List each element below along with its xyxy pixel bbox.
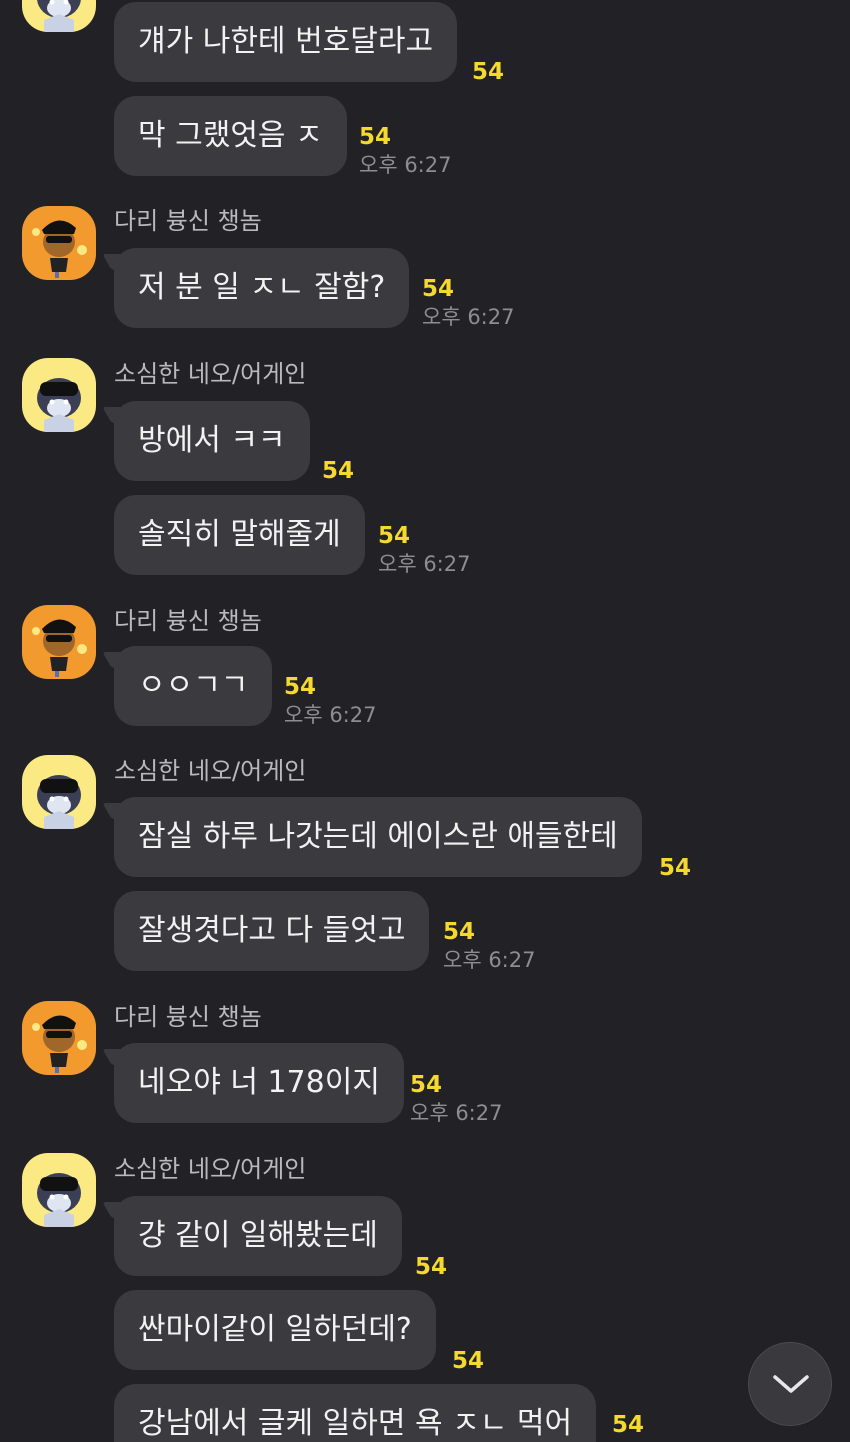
frodo-avatar-icon — [22, 1001, 96, 1075]
neo-avatar-icon — [22, 358, 96, 432]
unread-count: 54 — [443, 919, 476, 945]
unread-count: 54 — [284, 674, 317, 700]
sender-name: 다리 븅신 챙놈 — [114, 1003, 262, 1031]
avatar-frodo[interactable] — [22, 206, 96, 280]
unread-count: 54 — [452, 1348, 485, 1374]
unread-count: 54 — [422, 276, 455, 302]
avatar-neo[interactable] — [22, 358, 96, 432]
message-time: 오후 6:27 — [284, 703, 377, 727]
neo-avatar-icon — [22, 755, 96, 829]
message-bubble[interactable]: 싼마이같이 일하던데? — [114, 1290, 436, 1370]
unread-count: 54 — [472, 59, 505, 85]
message-time: 오후 6:27 — [410, 1101, 503, 1125]
message-bubble[interactable]: 저 분 일 ㅈㄴ 잘함? — [114, 248, 410, 328]
unread-count: 54 — [612, 1412, 645, 1438]
neo-avatar-icon — [22, 1153, 96, 1227]
chat-area[interactable]: 걔가 나한테 번호달라고 54 막 그랬엇음 ㅈ 54 오후 6:27 다리 븅… — [0, 0, 850, 1442]
message-bubble[interactable]: 잠실 하루 나갓는데 에이스란 애들한테 — [114, 797, 642, 877]
message-bubble[interactable]: ㅇㅇㄱㄱ — [114, 646, 273, 726]
frodo-avatar-icon — [22, 605, 96, 679]
message-bubble[interactable]: 강남에서 글케 일하면 욕 ㅈㄴ 먹어 — [114, 1384, 597, 1442]
message-time: 오후 6:27 — [422, 305, 515, 329]
message-time: 오후 6:27 — [378, 552, 471, 576]
chevron-down-icon — [773, 1375, 809, 1393]
avatar-frodo[interactable] — [22, 605, 96, 679]
message-time: 오후 6:27 — [443, 948, 536, 972]
scroll-to-bottom-button[interactable] — [748, 1342, 832, 1426]
neo-avatar-icon — [22, 0, 96, 32]
frodo-avatar-icon — [22, 206, 96, 280]
message-bubble[interactable]: 막 그랬엇음 ㅈ — [114, 96, 347, 176]
unread-count: 54 — [415, 1254, 448, 1280]
message-bubble[interactable]: 걍 같이 일해봤는데 — [114, 1196, 402, 1276]
avatar-neo[interactable] — [22, 1153, 96, 1227]
avatar-frodo[interactable] — [22, 1001, 96, 1075]
avatar-neo[interactable] — [22, 755, 96, 829]
sender-name: 소심한 네오/어게인 — [114, 757, 307, 785]
unread-count: 54 — [378, 523, 411, 549]
sender-name: 소심한 네오/어게인 — [114, 1155, 307, 1183]
message-bubble[interactable]: 방에서 ㅋㅋ — [114, 401, 310, 481]
avatar-neo[interactable] — [22, 0, 96, 32]
unread-count: 54 — [322, 458, 355, 484]
sender-name: 다리 븅신 챙놈 — [114, 207, 262, 235]
message-bubble[interactable]: 네오야 너 178이지 — [114, 1043, 404, 1123]
message-bubble[interactable]: 걔가 나한테 번호달라고 — [114, 2, 458, 82]
unread-count: 54 — [659, 855, 692, 881]
sender-name: 다리 븅신 챙놈 — [114, 607, 262, 635]
unread-count: 54 — [359, 124, 392, 150]
message-bubble[interactable]: 잘생겻다고 다 들엇고 — [114, 891, 430, 971]
sender-name: 소심한 네오/어게인 — [114, 360, 307, 388]
message-bubble[interactable]: 솔직히 말해줄게 — [114, 495, 365, 575]
message-time: 오후 6:27 — [359, 153, 452, 177]
unread-count: 54 — [410, 1072, 443, 1098]
